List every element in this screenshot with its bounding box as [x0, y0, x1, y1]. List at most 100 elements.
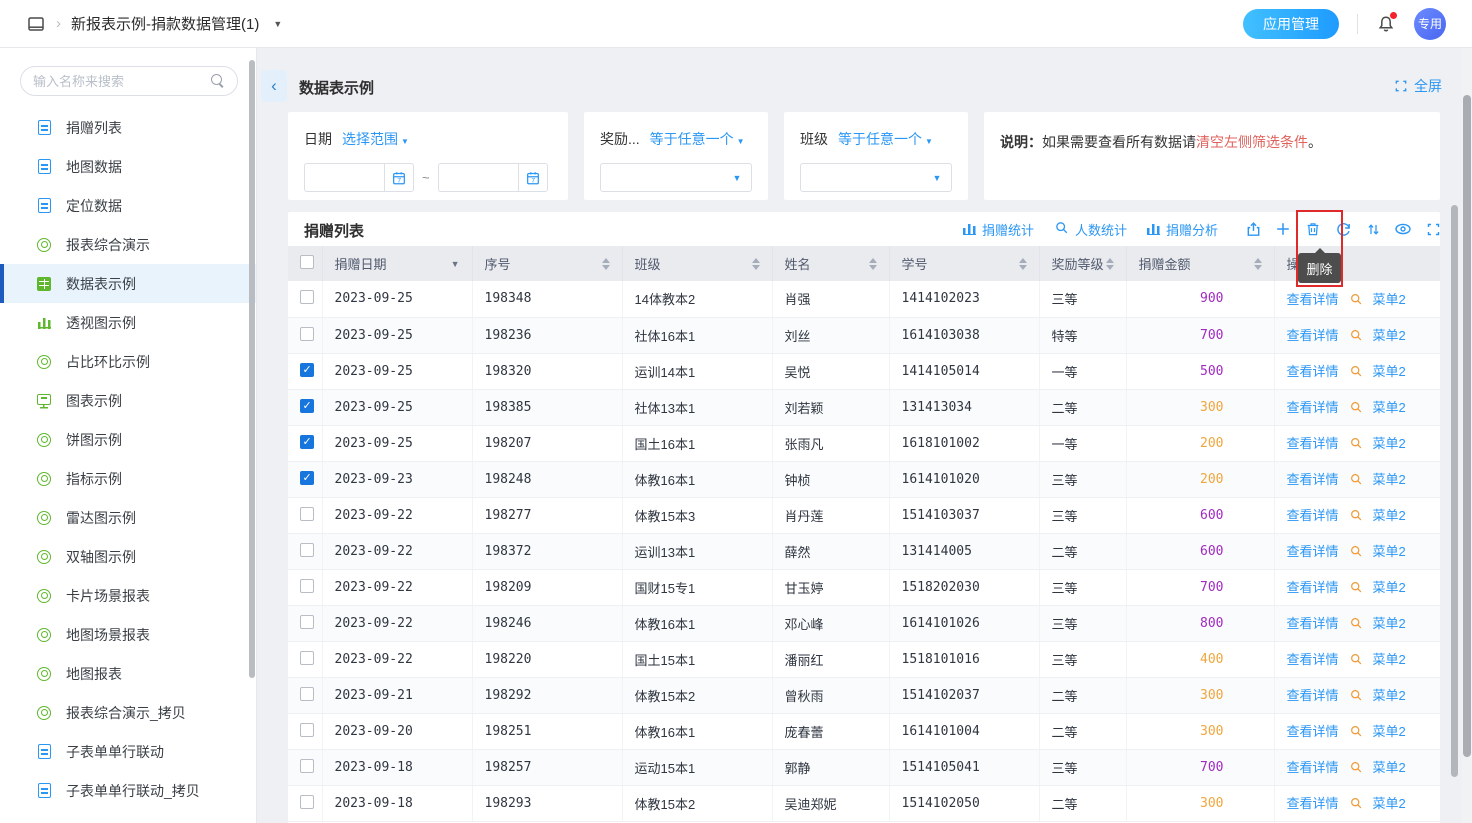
search-icon[interactable]: [1349, 582, 1363, 597]
breadcrumb-title[interactable]: 新报表示例-捐款数据管理(1): [71, 13, 259, 34]
plus-button[interactable]: [1268, 218, 1298, 240]
row-checkbox[interactable]: [300, 579, 314, 593]
view-detail-link[interactable]: 查看详情: [1287, 652, 1339, 667]
menu2-link[interactable]: 菜单2: [1373, 472, 1406, 487]
view-detail-link[interactable]: 查看详情: [1287, 328, 1339, 343]
view-detail-link[interactable]: 查看详情: [1287, 364, 1339, 379]
search-icon[interactable]: [1349, 654, 1363, 669]
search-input[interactable]: [33, 74, 211, 89]
sidebar-item[interactable]: 地图数据: [0, 147, 256, 186]
search-icon[interactable]: [1349, 546, 1363, 561]
sidebar-item[interactable]: 卡片场景报表: [0, 576, 256, 615]
select-all-checkbox[interactable]: [300, 255, 314, 269]
row-checkbox[interactable]: [300, 471, 314, 485]
search-icon[interactable]: [1349, 438, 1363, 453]
sidebar-item[interactable]: 地图报表: [0, 654, 256, 693]
content-scrollbar[interactable]: [1451, 205, 1458, 777]
refresh-button[interactable]: [1328, 218, 1358, 240]
bell-icon[interactable]: [1376, 14, 1396, 34]
row-checkbox[interactable]: [300, 723, 314, 737]
calendar-icon[interactable]: 7: [518, 163, 548, 192]
row-checkbox[interactable]: [300, 687, 314, 701]
view-detail-link[interactable]: 查看详情: [1287, 436, 1339, 451]
sort-button[interactable]: [1358, 218, 1388, 240]
menu2-link[interactable]: 菜单2: [1373, 724, 1406, 739]
view-detail-link[interactable]: 查看详情: [1287, 508, 1339, 523]
menu2-link[interactable]: 菜单2: [1373, 652, 1406, 667]
toolbar-link[interactable]: 捐赠统计: [963, 220, 1034, 239]
class-select[interactable]: ▼: [800, 163, 952, 192]
sidebar-item[interactable]: 地图场景报表: [0, 615, 256, 654]
menu2-link[interactable]: 菜单2: [1373, 364, 1406, 379]
sidebar-item[interactable]: 子表单单行联动: [0, 732, 256, 771]
sort-icon[interactable]: [869, 258, 877, 270]
search-icon[interactable]: [211, 74, 225, 88]
view-detail-link[interactable]: 查看详情: [1287, 580, 1339, 595]
row-checkbox[interactable]: [300, 290, 314, 304]
row-checkbox[interactable]: [300, 399, 314, 413]
date-end-input[interactable]: [438, 163, 518, 192]
filter-operator-link[interactable]: 等于任意一个▼: [650, 129, 745, 149]
search-icon[interactable]: [1349, 798, 1363, 813]
eye-button[interactable]: [1388, 218, 1418, 240]
page-fullscreen-button[interactable]: 全屏: [1394, 76, 1442, 96]
sidebar-item[interactable]: 报表综合演示: [0, 225, 256, 264]
menu2-link[interactable]: 菜单2: [1373, 436, 1406, 451]
toolbar-link[interactable]: 人数统计: [1054, 220, 1127, 239]
search-icon[interactable]: [1349, 294, 1363, 309]
back-chevron-icon[interactable]: ‹: [261, 70, 287, 102]
export-button[interactable]: [1238, 218, 1268, 240]
sidebar-scrollbar[interactable]: [249, 60, 255, 678]
sidebar-item[interactable]: 透视图示例: [0, 303, 256, 342]
sidebar-item[interactable]: 饼图示例: [0, 420, 256, 459]
sidebar-item[interactable]: 占比环比示例: [0, 342, 256, 381]
search-icon[interactable]: [1349, 762, 1363, 777]
row-checkbox[interactable]: [300, 795, 314, 809]
row-checkbox[interactable]: [300, 363, 314, 377]
row-checkbox[interactable]: [300, 759, 314, 773]
column-filter-icon[interactable]: ▼: [451, 259, 460, 269]
filter-operator-link[interactable]: 选择范围▼: [342, 129, 409, 149]
calendar-icon[interactable]: 7: [384, 163, 414, 192]
sidebar-item[interactable]: 图表示例: [0, 381, 256, 420]
sort-icon[interactable]: [1106, 258, 1114, 270]
sidebar-item[interactable]: 报表综合演示_拷贝: [0, 693, 256, 732]
menu2-link[interactable]: 菜单2: [1373, 796, 1406, 811]
row-checkbox[interactable]: [300, 327, 314, 341]
view-detail-link[interactable]: 查看详情: [1287, 292, 1339, 307]
view-detail-link[interactable]: 查看详情: [1287, 616, 1339, 631]
award-select[interactable]: ▼: [600, 163, 752, 192]
menu2-link[interactable]: 菜单2: [1373, 616, 1406, 631]
sort-icon[interactable]: [1254, 258, 1262, 270]
view-detail-link[interactable]: 查看详情: [1287, 724, 1339, 739]
sidebar-item[interactable]: 双轴图示例: [0, 537, 256, 576]
clear-filters-link[interactable]: 清空左侧筛选条件: [1196, 134, 1308, 150]
row-checkbox[interactable]: [300, 435, 314, 449]
sidebar-item[interactable]: 捐赠列表: [0, 108, 256, 147]
search-icon[interactable]: [1349, 402, 1363, 417]
view-detail-link[interactable]: 查看详情: [1287, 688, 1339, 703]
avatar[interactable]: 专用: [1414, 8, 1446, 40]
search-icon[interactable]: [1349, 618, 1363, 633]
menu2-link[interactable]: 菜单2: [1373, 292, 1406, 307]
page-scrollbar[interactable]: [1463, 95, 1471, 757]
search-icon[interactable]: [1349, 510, 1363, 525]
view-detail-link[interactable]: 查看详情: [1287, 544, 1339, 559]
search-icon[interactable]: [1349, 690, 1363, 705]
view-detail-link[interactable]: 查看详情: [1287, 796, 1339, 811]
fullscreen-button[interactable]: [1418, 218, 1448, 240]
row-checkbox[interactable]: [300, 651, 314, 665]
view-detail-link[interactable]: 查看详情: [1287, 760, 1339, 775]
sort-icon[interactable]: [752, 258, 760, 270]
sort-icon[interactable]: [1019, 258, 1027, 270]
menu2-link[interactable]: 菜单2: [1373, 580, 1406, 595]
sidebar-item[interactable]: 定位数据: [0, 186, 256, 225]
sidebar-item[interactable]: 子表单单行联动_拷贝: [0, 771, 256, 810]
app-manage-button[interactable]: 应用管理: [1243, 9, 1339, 39]
row-checkbox[interactable]: [300, 615, 314, 629]
view-detail-link[interactable]: 查看详情: [1287, 472, 1339, 487]
trash-button[interactable]: [1298, 218, 1328, 240]
row-checkbox[interactable]: [300, 507, 314, 521]
search-icon[interactable]: [1349, 366, 1363, 381]
row-checkbox[interactable]: [300, 543, 314, 557]
